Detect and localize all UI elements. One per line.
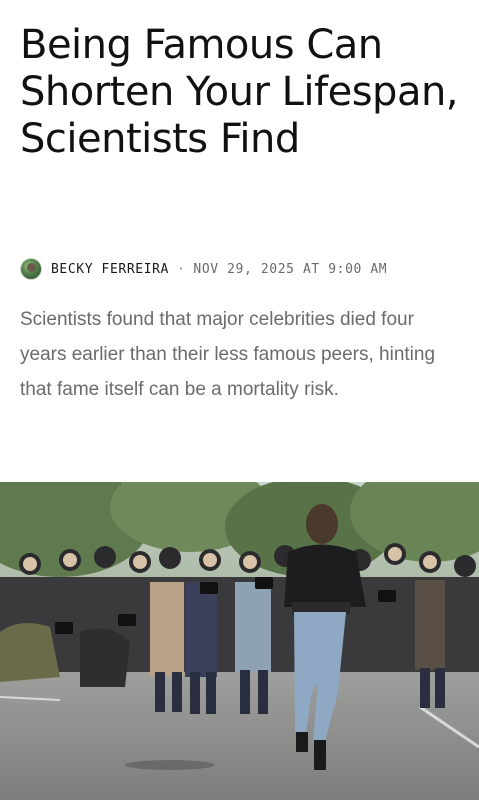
- author-name[interactable]: BECKY FERREIRA: [51, 262, 169, 277]
- author-avatar[interactable]: [20, 258, 42, 280]
- byline-separator: ·: [176, 261, 186, 277]
- photo-icon: [0, 482, 479, 800]
- publish-date: NOV 29, 2025 AT 9:00 AM: [193, 261, 388, 277]
- hero-photo: [0, 482, 479, 800]
- article-headline: Being Famous Can Shorten Your Lifespan, …: [20, 22, 459, 162]
- article-dek: Scientists found that major celebrities …: [20, 309, 436, 400]
- byline: BECKY FERREIRA · NOV 29, 2025 AT 9:00 AM: [20, 258, 387, 280]
